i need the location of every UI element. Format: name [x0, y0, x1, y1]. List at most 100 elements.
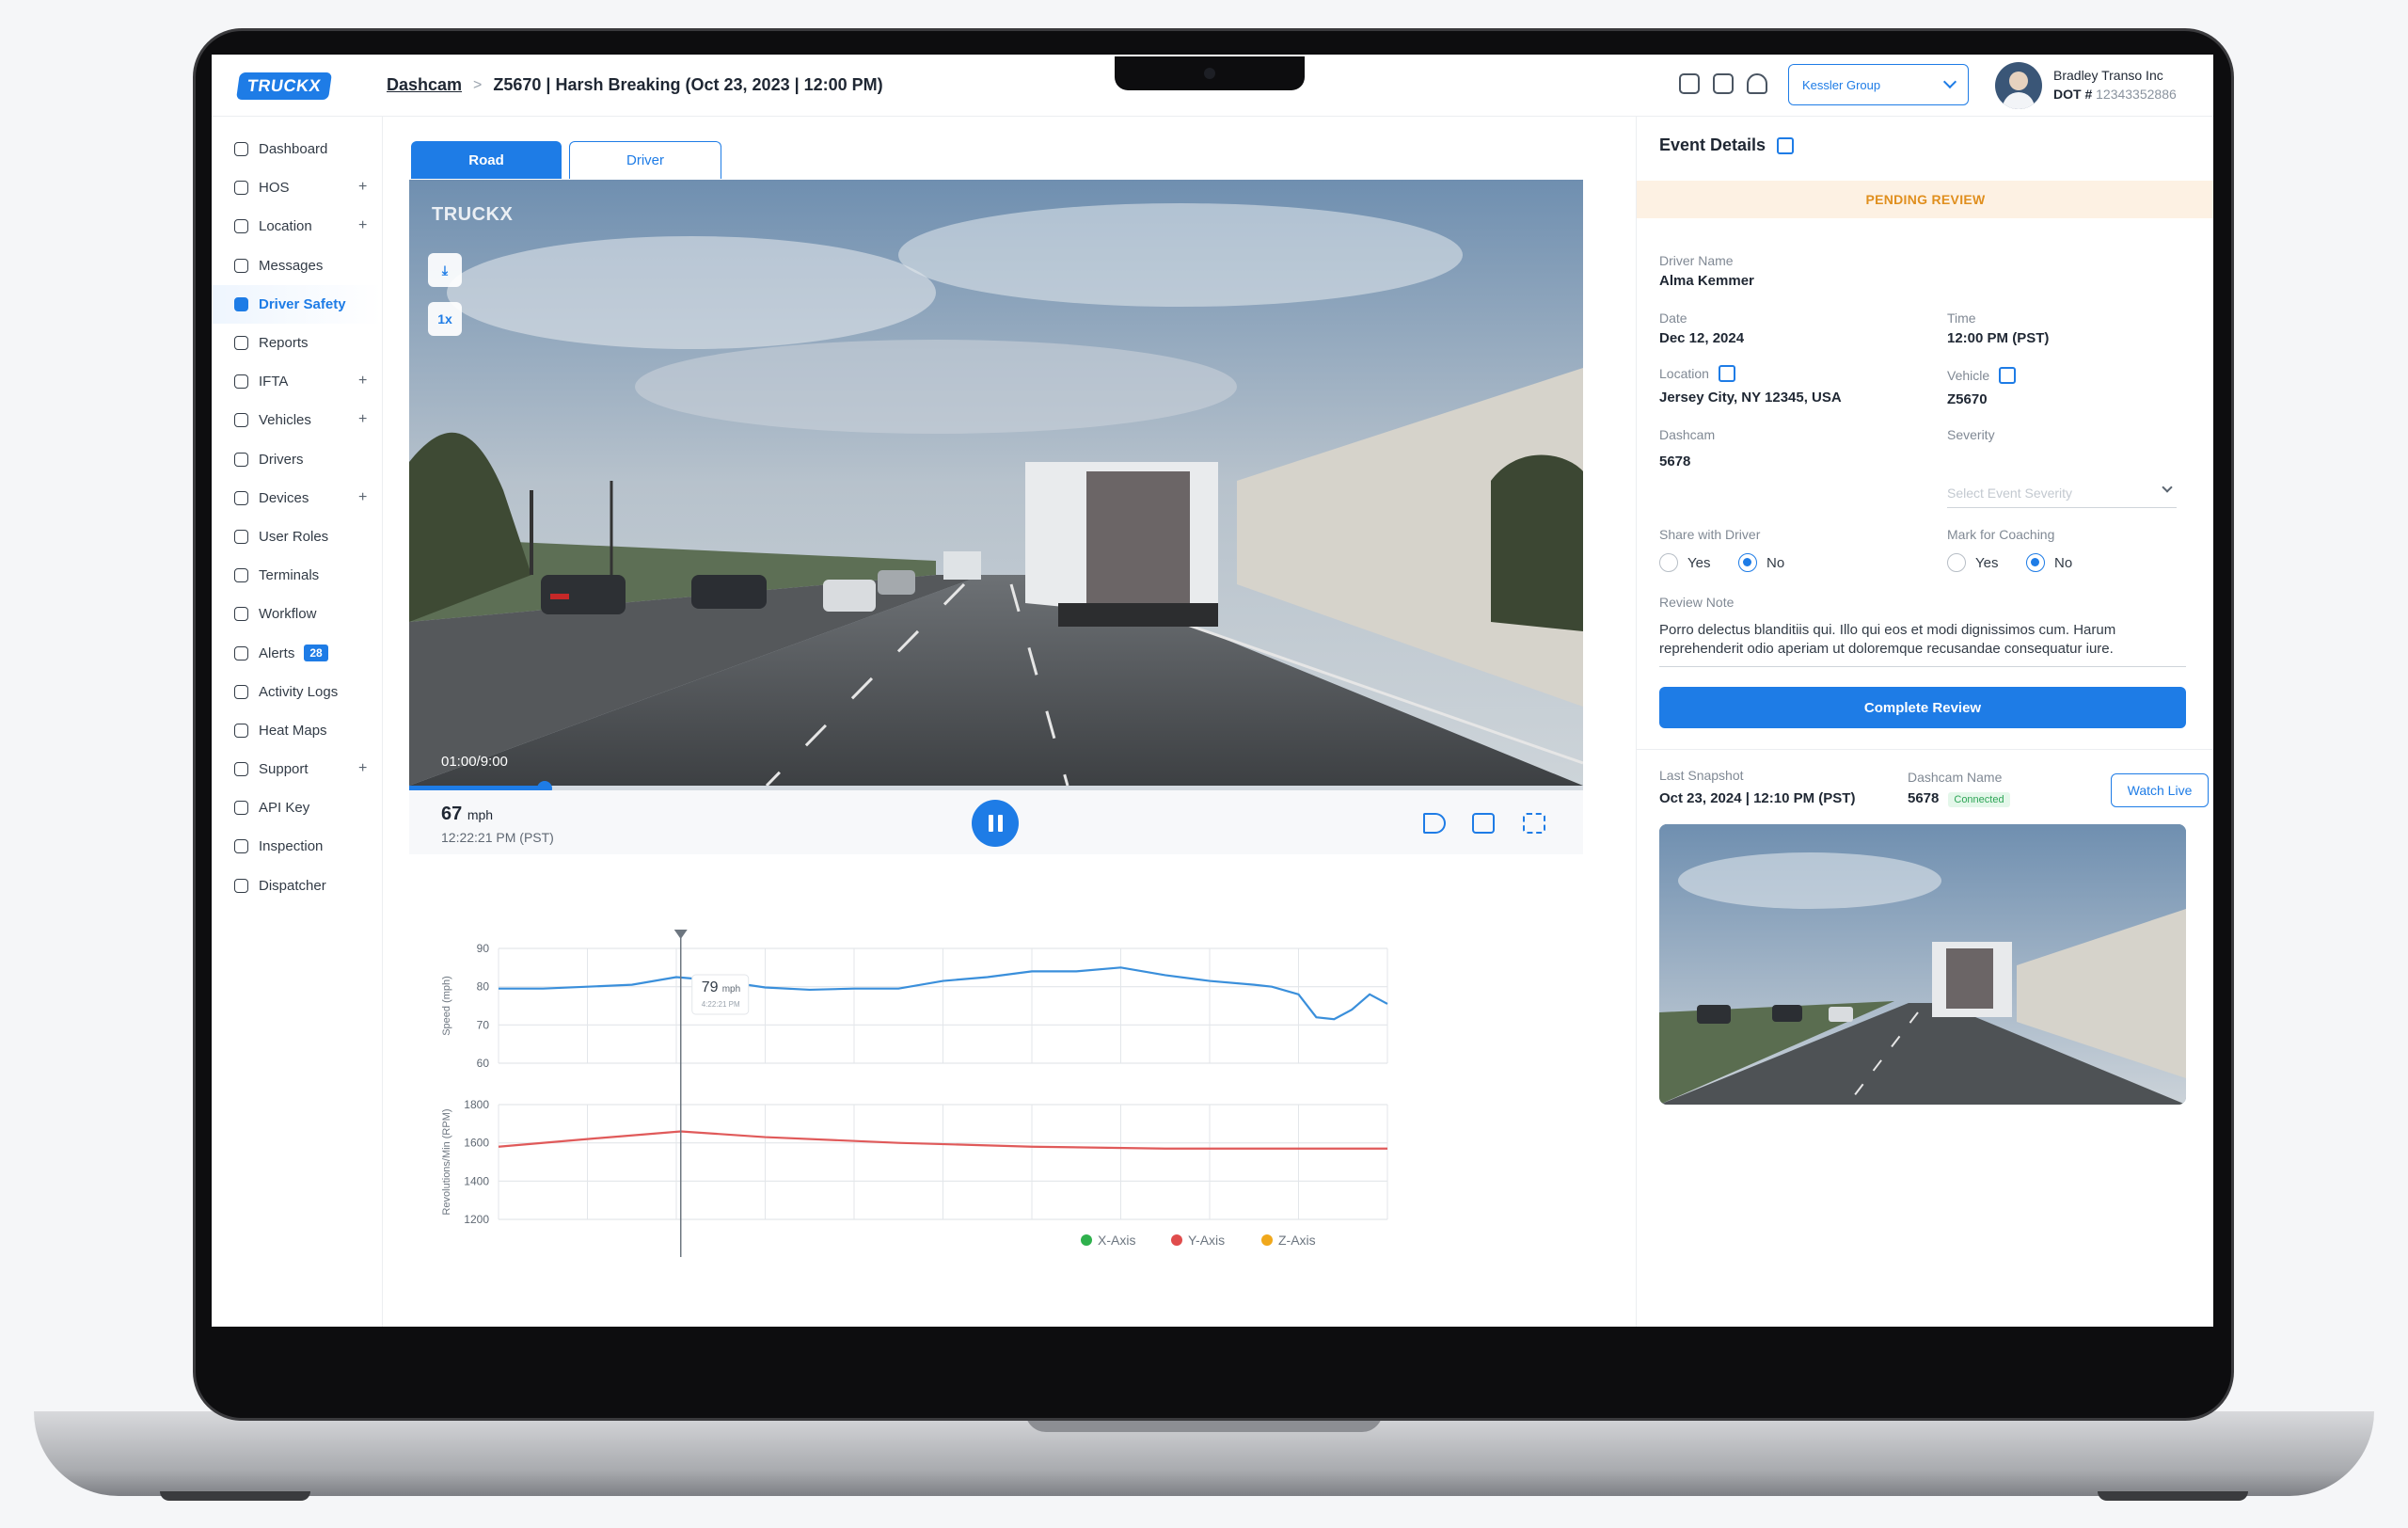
download-icon[interactable]: ⤓ [428, 253, 462, 287]
location-label: Location [1659, 365, 1735, 382]
picture-in-picture-icon[interactable] [1472, 813, 1495, 834]
dashcam-name-label: Dashcam Name [1908, 770, 2003, 785]
telemetry-chart: 90 80 70 60 Speed (mph) 1800 1600 1400 1200 Revol… [441, 930, 1388, 1257]
sidebar-item-label: User Roles [259, 528, 329, 545]
share-with-driver-label: Share with Driver [1659, 527, 1761, 542]
share-no-radio[interactable]: No [1738, 553, 1784, 572]
fullscreen-icon[interactable] [1523, 813, 1545, 834]
complete-review-button[interactable]: Complete Review [1659, 687, 2186, 728]
support-icon [234, 762, 248, 777]
inspection-icon [234, 839, 248, 854]
tab-road[interactable]: Road [411, 141, 562, 179]
sidebar-item-drivers[interactable]: Drivers [212, 440, 382, 479]
sidebar-item-label: Location [259, 218, 312, 235]
sidebar-item-user-roles[interactable]: User Roles [212, 517, 382, 556]
driver-safety-icon [234, 296, 248, 311]
tab-driver[interactable]: Driver [569, 141, 721, 179]
y-tick-label: 1400 [464, 1174, 489, 1187]
sidebar-item-ifta[interactable]: IFTA + [212, 362, 382, 401]
review-note-input[interactable]: Porro delectus blanditiis qui. Illo qui … [1659, 621, 2186, 667]
sidebar-item-dashboard[interactable]: Dashboard [212, 130, 382, 168]
sidebar-item-alerts[interactable]: Alerts 28 [212, 633, 382, 672]
share-yes-radio[interactable]: Yes [1659, 553, 1710, 572]
sidebar-item-support[interactable]: Support + [212, 750, 382, 788]
y-axis-label: Speed (mph) [441, 976, 452, 1036]
video-time: 01:00/9:00 [441, 754, 508, 770]
radio-label: No [1766, 554, 1785, 571]
sidebar-item-dispatcher[interactable]: Dispatcher [212, 867, 382, 905]
dispatcher-icon [234, 878, 248, 893]
sidebar-item-vehicles[interactable]: Vehicles + [212, 401, 382, 439]
sidebar-item-activity-logs[interactable]: Activity Logs [212, 673, 382, 711]
api-key-icon [234, 801, 248, 816]
severity-label: Severity [1947, 427, 1995, 442]
expand-plus-icon[interactable]: + [358, 179, 367, 196]
radio-label: Yes [1687, 554, 1711, 571]
sidebar-item-location[interactable]: Location + [212, 207, 382, 246]
user-roles-icon [234, 529, 248, 544]
sidebar-item-api-key[interactable]: API Key [212, 788, 382, 827]
expand-plus-icon[interactable]: + [358, 411, 367, 428]
sidebar-item-heat-maps[interactable]: Heat Maps [212, 711, 382, 750]
location-label-text: Location [1659, 366, 1709, 381]
legend-label: X-Axis [1098, 1233, 1135, 1248]
sidebar-item-reports[interactable]: Reports [212, 324, 382, 362]
event-details-label: Event Details [1659, 135, 1766, 154]
vehicles-icon [234, 413, 248, 428]
truckx-logo[interactable]: TRUCKX [235, 70, 333, 102]
driver-name-value: Alma Kemmer [1659, 273, 1754, 289]
expand-plus-icon[interactable]: + [358, 760, 367, 777]
y-tick-label: 60 [477, 1057, 490, 1070]
video-controls: 67 mph 12:22:21 PM (PST) [409, 790, 1583, 854]
external-link-icon[interactable] [1777, 136, 1795, 154]
pause-icon-bar [997, 815, 1003, 832]
account-company-name: Bradley Transo Inc [2053, 68, 2163, 83]
location-icon [234, 219, 248, 234]
chat-icon[interactable] [1679, 73, 1700, 94]
coaching-yes-radio[interactable]: Yes [1947, 553, 1998, 572]
message-alert-icon[interactable] [1713, 73, 1734, 94]
sidebar-item-label: Inspection [259, 838, 324, 855]
date-value: Dec 12, 2024 [1659, 330, 1745, 346]
dashcam-video[interactable]: TRUCKX ⤓ 1x 01:00/9:00 [409, 180, 1583, 786]
playhead-marker [673, 930, 688, 939]
avatar[interactable] [1995, 62, 2042, 109]
vehicle-label-text: Vehicle [1947, 368, 1990, 383]
y-tick-label: 90 [477, 942, 490, 955]
time-label: Time [1947, 310, 1976, 326]
expand-plus-icon[interactable]: + [358, 217, 367, 234]
radio-circle-selected [1738, 553, 1757, 572]
pause-button[interactable] [972, 800, 1019, 847]
volume-icon[interactable] [1423, 813, 1446, 834]
alerts-icon [234, 645, 248, 661]
sidebar-item-inspection[interactable]: Inspection [212, 827, 382, 866]
bell-icon[interactable] [1747, 73, 1767, 94]
external-link-icon[interactable] [1718, 365, 1735, 382]
sidebar-item-label: Alerts [259, 645, 295, 661]
breadcrumb-dashcam-link[interactable]: Dashcam [387, 75, 462, 95]
tooltip-unit: mph [722, 984, 740, 995]
severity-select[interactable]: Select Event Severity [1947, 482, 2177, 508]
sidebar-item-workflow[interactable]: Workflow [212, 595, 382, 633]
y-tick-label: 70 [477, 1018, 490, 1031]
snapshot-image[interactable] [1659, 824, 2186, 1105]
sidebar-item-driver-safety[interactable]: Driver Safety [212, 284, 382, 324]
sidebar-item-devices[interactable]: Devices + [212, 479, 382, 517]
coaching-no-radio[interactable]: No [2026, 553, 2072, 572]
radio-circle-selected [2026, 553, 2045, 572]
watch-live-button[interactable]: Watch Live [2111, 773, 2209, 807]
y-tick-label: 1800 [464, 1098, 489, 1111]
expand-plus-icon[interactable]: + [358, 373, 367, 390]
video-watermark-logo: TRUCKX [432, 204, 514, 225]
ifta-icon [234, 374, 248, 390]
sidebar-item-hos[interactable]: HOS + [212, 168, 382, 207]
playback-speed-button[interactable]: 1x [428, 302, 462, 336]
sidebar-item-label: Terminals [259, 567, 320, 584]
y-tick-label: 1200 [464, 1213, 489, 1226]
expand-plus-icon[interactable]: + [358, 489, 367, 506]
sidebar-item-messages[interactable]: Messages [212, 247, 382, 285]
external-link-icon[interactable] [1999, 367, 2017, 384]
sidebar-item-terminals[interactable]: Terminals [212, 556, 382, 595]
dashboard-icon [234, 142, 248, 157]
company-select[interactable]: Kessler Group [1788, 64, 1969, 105]
